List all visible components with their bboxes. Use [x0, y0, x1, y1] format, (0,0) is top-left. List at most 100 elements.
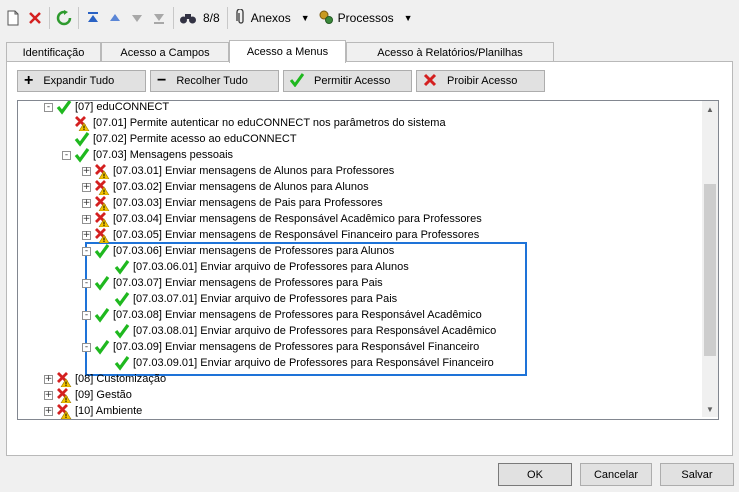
checkmark-icon [74, 147, 90, 163]
collapse-node-icon[interactable]: - [82, 342, 91, 352]
tab-panel: + Expandir Tudo − Recolher Tudo Permitir… [6, 61, 733, 456]
tree-row-label: [07.03.08] Enviar mensagens de Professor… [113, 309, 482, 321]
menu-tree[interactable]: ▲ ▼ - [07] eduCONNECT [07.01] Permite aute… [17, 100, 719, 420]
expand-node-icon[interactable]: + [44, 374, 53, 384]
expand-all-label: Expandir Tudo [43, 75, 115, 87]
tree-row[interactable]: + [08] Customização [44, 371, 166, 388]
tree-row[interactable]: [07.03.09.01] Enviar arquivo de Professo… [102, 355, 494, 371]
tab-bar: Identificação Acesso a Campos Acesso a M… [6, 40, 554, 63]
vertical-scrollbar[interactable]: ▲ ▼ [702, 101, 718, 417]
tree-row[interactable]: + [07.03.01] Enviar mensagens de Alunos p… [82, 163, 395, 180]
cancel-label: Cancelar [593, 468, 639, 481]
tree-row-label: [07.03.08.01] Enviar arquivo de Professo… [133, 325, 497, 337]
tab-acesso-relatorios[interactable]: Acesso à Relatórios/Planilhas [346, 42, 554, 62]
toolbar-separator [78, 7, 79, 29]
tree-row-label: [07.01] Permite autenticar no eduCONNECT… [93, 117, 446, 129]
collapse-all-button[interactable]: − Recolher Tudo [150, 70, 279, 92]
tree-row-label: [07.03.09.01] Enviar arquivo de Professo… [133, 357, 494, 369]
next-record-icon[interactable] [126, 6, 148, 30]
toolbar-separator [173, 7, 174, 29]
toolbar-separator [226, 7, 228, 29]
checkmark-icon [289, 72, 305, 90]
refresh-icon[interactable] [53, 6, 75, 30]
tab-label: Acesso a Menus [246, 46, 329, 58]
binoculars-icon[interactable] [177, 6, 199, 30]
allow-access-button[interactable]: Permitir Acesso [283, 70, 412, 92]
tree-row[interactable]: + [07.03.02] Enviar mensagens de Alunos p… [82, 179, 369, 196]
expand-all-button[interactable]: + Expandir Tudo [17, 70, 146, 92]
anexos-menu[interactable]: Anexos ▼ [231, 6, 314, 30]
tree-row-label: [09] Gestão [75, 389, 132, 401]
tree-row-label: [07.03.07.01] Enviar arquivo de Professo… [133, 293, 398, 305]
denied-warning-icon [94, 211, 110, 228]
tree-row[interactable]: + [10] Ambiente [44, 403, 142, 419]
ok-button[interactable]: OK [498, 463, 572, 486]
tree-row[interactable]: [07.03.07.01] Enviar arquivo de Professo… [102, 291, 397, 307]
tree-row-label: [07] eduCONNECT [75, 101, 170, 113]
gears-icon [318, 9, 334, 28]
scroll-thumb[interactable] [704, 184, 716, 356]
collapse-node-icon[interactable]: - [82, 310, 91, 320]
tree-row[interactable]: - [07.03.08] Enviar mensagens de Professo… [82, 307, 482, 323]
save-button[interactable]: Salvar [660, 463, 734, 486]
first-record-icon[interactable] [82, 6, 104, 30]
minus-icon: − [157, 72, 167, 89]
tree-row[interactable]: - [07] eduCONNECT [44, 101, 170, 115]
tree-row-label: [07.03.02] Enviar mensagens de Alunos pa… [113, 181, 369, 193]
scroll-up-arrow-icon[interactable]: ▲ [702, 101, 718, 117]
tree-row-label: [07.03.04] Enviar mensagens de Responsáv… [113, 213, 482, 225]
scroll-down-arrow-icon[interactable]: ▼ [702, 401, 718, 417]
tab-acesso-campos[interactable]: Acesso a Campos [101, 42, 229, 62]
collapse-node-icon[interactable]: - [62, 150, 71, 160]
denied-warning-icon [74, 115, 90, 132]
ok-label: OK [527, 468, 543, 481]
tree-row[interactable]: - [07.03.09] Enviar mensagens de Professo… [82, 339, 479, 355]
tab-label: Acesso à Relatórios/Planilhas [377, 46, 523, 59]
tree-row-label: [07.03.09] Enviar mensagens de Professor… [113, 341, 480, 353]
tree-row[interactable]: [07.03.08.01] Enviar arquivo de Professo… [102, 323, 496, 339]
tree-row-label: [07.03.01] Enviar mensagens de Alunos pa… [113, 165, 395, 177]
last-record-icon[interactable] [148, 6, 170, 30]
collapse-node-icon[interactable]: - [44, 102, 53, 112]
collapse-node-icon[interactable]: - [82, 246, 91, 256]
paperclip-icon [235, 7, 247, 28]
tree-row[interactable]: [07.02] Permite acesso ao eduCONNECT [62, 131, 297, 147]
expand-node-icon[interactable]: + [82, 166, 91, 176]
tree-row[interactable]: - [07.03.07] Enviar mensagens de Professo… [82, 275, 383, 291]
tree-row[interactable]: + [07.03.04] Enviar mensagens de Responsá… [82, 211, 482, 228]
expand-node-icon[interactable]: + [44, 406, 53, 416]
save-label: Salvar [681, 468, 713, 481]
tree-row-label: [07.03.03] Enviar mensagens de Pais para… [113, 197, 383, 209]
checkmark-icon [114, 259, 130, 275]
tree-row[interactable]: + [07.03.03] Enviar mensagens de Pais par… [82, 195, 383, 212]
expand-node-icon[interactable]: + [82, 214, 91, 224]
tab-acesso-menus[interactable]: Acesso a Menus [229, 40, 346, 63]
previous-record-icon[interactable] [104, 6, 126, 30]
tree-row[interactable]: [07.01] Permite autenticar no eduCONNECT… [62, 115, 446, 132]
processos-menu[interactable]: Processos ▼ [314, 6, 417, 30]
expand-node-icon[interactable]: + [44, 390, 53, 400]
cancel-button[interactable]: Cancelar [580, 463, 652, 486]
collapse-node-icon[interactable]: - [82, 278, 91, 288]
tree-row[interactable]: - [07.03] Mensagens pessoais [62, 147, 233, 163]
tree-row[interactable]: [07.03.06.01] Enviar arquivo de Professo… [102, 259, 409, 275]
tree-row-label: [07.03.05] Enviar mensagens de Responsáv… [113, 229, 480, 241]
tab-identificacao[interactable]: Identificação [6, 42, 101, 62]
deny-access-button[interactable]: Proibir Acesso [416, 70, 545, 92]
expand-node-icon[interactable]: + [82, 198, 91, 208]
action-bar: + Expandir Tudo − Recolher Tudo Permitir… [17, 70, 545, 92]
delete-icon[interactable] [24, 6, 46, 30]
chevron-down-icon: ▼ [300, 13, 310, 23]
new-document-icon[interactable] [2, 6, 24, 30]
tree-row-label: [07.03] Mensagens pessoais [93, 149, 234, 161]
processos-label: Processos [337, 11, 394, 25]
expand-node-icon[interactable]: + [82, 230, 91, 240]
collapse-all-label: Recolher Tudo [176, 75, 248, 87]
tab-label: Identificação [22, 46, 85, 59]
tree-row[interactable]: - [07.03.06] Enviar mensagens de Professo… [82, 243, 394, 259]
checkmark-icon [56, 101, 72, 115]
tree-row[interactable]: + [07.03.05] Enviar mensagens de Responsá… [82, 227, 480, 244]
red-x-icon [423, 73, 437, 90]
tree-row[interactable]: + [09] Gestão [44, 387, 132, 404]
expand-node-icon[interactable]: + [82, 182, 91, 192]
